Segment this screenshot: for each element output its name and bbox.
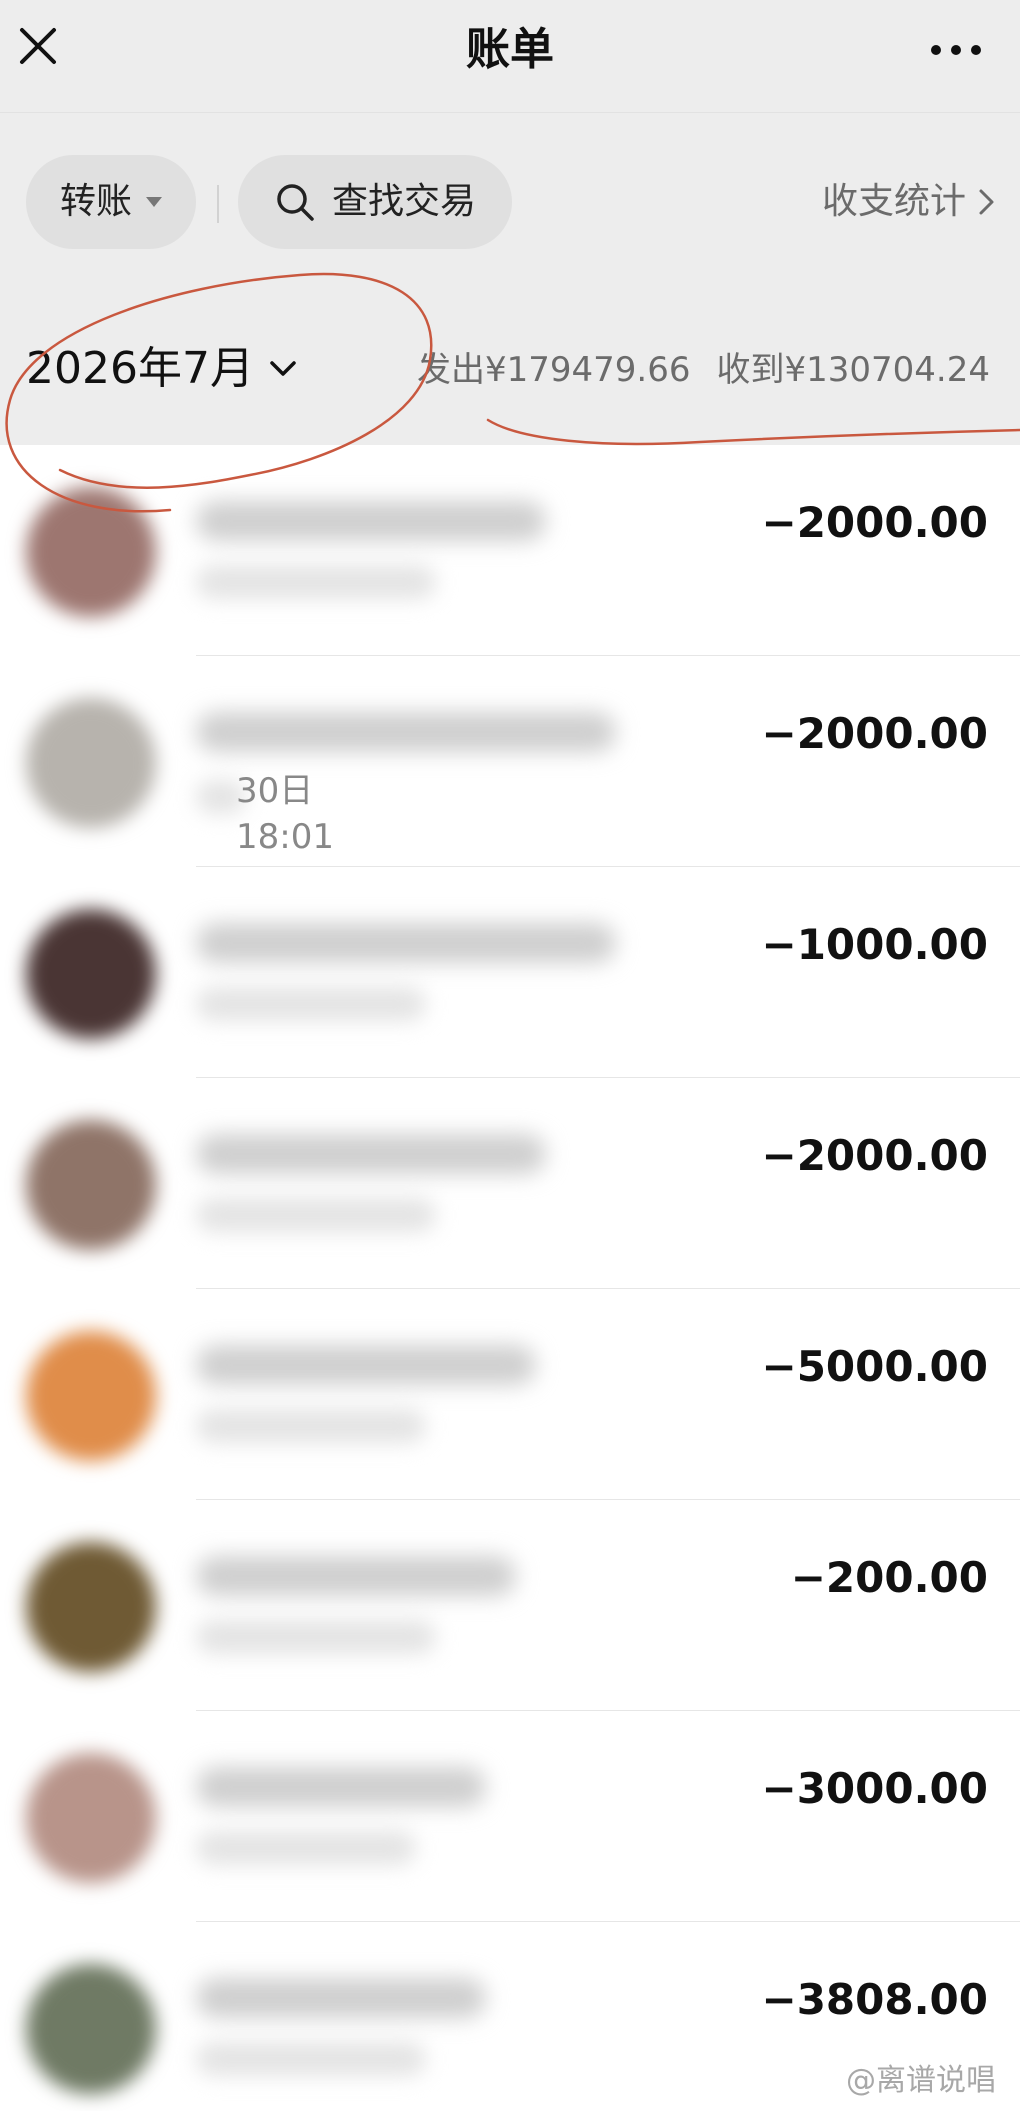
type-filter-label: 转账 <box>60 181 133 222</box>
transaction-time: 30日 18:01 <box>236 771 334 857</box>
month-totals: 发出¥179479.66 收到¥130704.24 <box>417 345 990 395</box>
blurred-time <box>196 987 426 1021</box>
transaction-row[interactable]: −3000.00 <box>0 1711 1020 1922</box>
blurred-name <box>196 501 546 541</box>
type-filter-dropdown[interactable]: 转账 <box>26 155 196 249</box>
transaction-row[interactable]: 30日 18:01 −2000.00 <box>0 656 1020 867</box>
blurred-time <box>196 2042 426 2076</box>
transaction-row[interactable]: −2000.00 <box>0 1078 1020 1289</box>
filter-bar: 转账 查找交易 收支统计 <box>0 113 1020 293</box>
transaction-row[interactable]: −200.00 <box>0 1500 1020 1711</box>
more-button[interactable] <box>928 24 984 72</box>
transaction-list: −2000.00 30日 18:01 −2000.00 −1000.00 −20… <box>0 445 1020 2111</box>
transaction-amount: −2000.00 <box>761 1131 989 1180</box>
caret-down-icon <box>146 197 162 207</box>
stats-label: 收支统计 <box>821 181 966 222</box>
avatar <box>26 1964 156 2094</box>
avatar <box>26 1120 156 1250</box>
filter-divider <box>217 185 219 223</box>
income-expense-stats-link[interactable]: 收支统计 <box>822 155 998 249</box>
transaction-amount: −3000.00 <box>761 1764 989 1813</box>
blurred-time <box>196 1620 436 1654</box>
transaction-amount: −2000.00 <box>761 498 989 547</box>
blurred-name <box>196 1978 486 2018</box>
top-bar: 账单 <box>0 0 1020 113</box>
search-transactions-button[interactable]: 查找交易 <box>238 155 512 249</box>
chevron-down-icon <box>270 361 296 376</box>
avatar <box>26 1331 156 1461</box>
blurred-name <box>196 1345 536 1385</box>
avatar <box>26 487 156 617</box>
avatar <box>26 698 156 828</box>
search-label: 查找交易 <box>332 181 477 222</box>
avatar <box>26 909 156 1039</box>
transaction-amount: −5000.00 <box>761 1342 989 1391</box>
blurred-time <box>196 1198 436 1232</box>
month-selector[interactable]: 2026年7月 <box>26 339 298 399</box>
transaction-row[interactable]: −5000.00 <box>0 1289 1020 1500</box>
received-total: 收到¥130704.24 <box>716 350 991 390</box>
blurred-time <box>196 1409 426 1443</box>
avatar <box>26 1542 156 1672</box>
page-title: 账单 <box>466 24 554 75</box>
blurred-name <box>196 923 616 963</box>
bill-page: 账单 转账 查找交易 收支统计 2026年7月 发出¥179479.66 收到¥… <box>0 0 1020 2111</box>
blurred-name <box>196 1767 486 1807</box>
blurred-time <box>196 1831 416 1865</box>
more-icon <box>931 45 981 55</box>
sent-total: 发出¥179479.66 <box>417 350 691 390</box>
avatar <box>26 1753 156 1883</box>
blurred-time <box>196 565 436 599</box>
transaction-row[interactable]: −1000.00 <box>0 867 1020 1078</box>
search-icon <box>277 184 314 221</box>
transaction-amount: −2000.00 <box>761 709 989 758</box>
transaction-amount: −1000.00 <box>761 920 989 969</box>
month-summary-bar: 2026年7月 发出¥179479.66 收到¥130704.24 <box>0 293 1020 445</box>
transaction-amount: −200.00 <box>790 1553 988 1602</box>
blurred-name <box>196 712 616 752</box>
blurred-name <box>196 1556 516 1596</box>
month-label: 2026年7月 <box>26 343 254 394</box>
watermark: @离谱说唱 <box>846 2063 996 2098</box>
blurred-name <box>196 1134 546 1174</box>
chevron-right-icon <box>979 189 994 215</box>
transaction-row[interactable]: −2000.00 <box>0 445 1020 656</box>
transaction-amount: −3808.00 <box>761 1975 989 2024</box>
